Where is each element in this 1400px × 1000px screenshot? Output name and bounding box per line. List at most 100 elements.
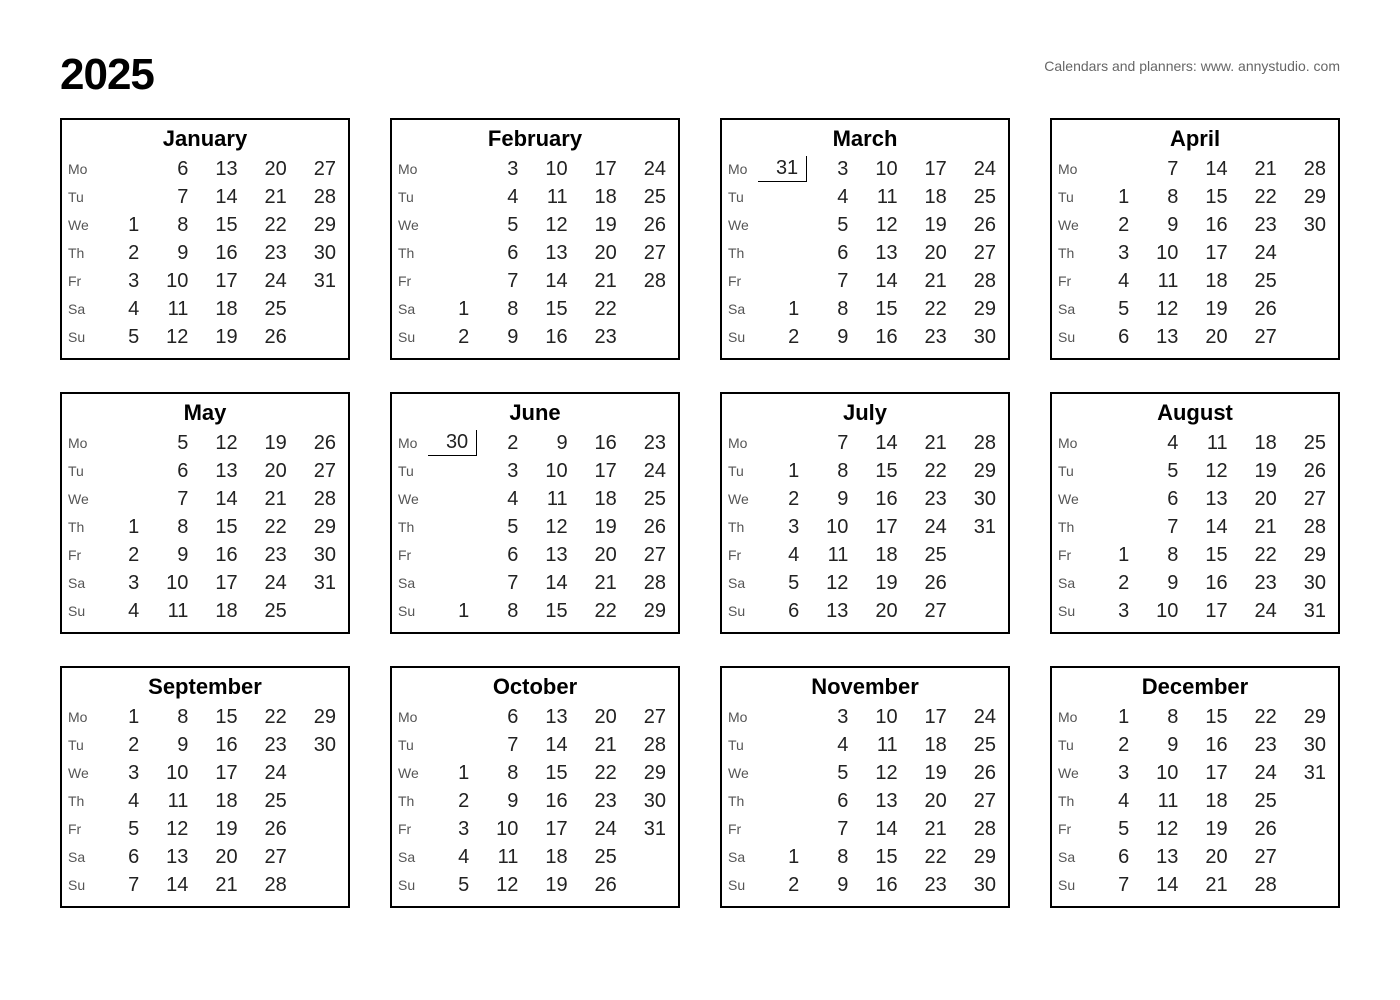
day-cell: 7 xyxy=(807,430,856,456)
day-cell: 25 xyxy=(625,486,674,512)
day-cell: 13 xyxy=(1137,844,1186,870)
day-cell: 31 xyxy=(758,156,807,182)
day-cell: 14 xyxy=(526,268,575,294)
day-cell: 17 xyxy=(576,156,625,182)
day-cell: 10 xyxy=(147,570,196,596)
day-cell xyxy=(428,542,477,568)
day-cell: 3 xyxy=(1088,240,1137,266)
day-cell xyxy=(1285,816,1334,842)
day-cell: 18 xyxy=(526,844,575,870)
day-cell: 26 xyxy=(625,514,674,540)
month-body: Mo3101724Tu4111825We5121926Th6132027Fr71… xyxy=(396,156,674,350)
weekday-label: Fr xyxy=(396,542,428,568)
day-cell: 31 xyxy=(1285,598,1334,624)
month-body: Mo4111825Tu5121926We6132027Th7142128Fr18… xyxy=(1056,430,1334,624)
day-cell: 12 xyxy=(196,430,245,456)
day-cell: 16 xyxy=(1186,732,1235,758)
day-cell: 19 xyxy=(906,760,955,786)
day-cell: 20 xyxy=(1186,324,1235,350)
day-cell: 6 xyxy=(807,240,856,266)
weekday-label: Fr xyxy=(66,268,98,294)
weekday-label: Mo xyxy=(396,704,428,730)
day-cell: 13 xyxy=(526,542,575,568)
day-cell xyxy=(295,296,344,322)
weekday-label: Fr xyxy=(396,268,428,294)
day-cell: 22 xyxy=(1236,184,1285,210)
day-cell xyxy=(758,816,807,842)
day-cell xyxy=(428,514,477,540)
day-cell: 19 xyxy=(856,570,905,596)
day-cell: 2 xyxy=(98,542,147,568)
day-cell: 9 xyxy=(147,732,196,758)
day-cell: 22 xyxy=(906,844,955,870)
month-may: MayMo5121926Tu6132027We7142128Th18152229… xyxy=(60,392,350,634)
day-cell: 28 xyxy=(625,268,674,294)
month-march: MarchMo313101724Tu4111825We5121926Th6132… xyxy=(720,118,1010,360)
day-cell: 29 xyxy=(625,760,674,786)
day-cell: 27 xyxy=(246,844,295,870)
month-name: May xyxy=(66,400,344,426)
day-cell: 12 xyxy=(526,212,575,238)
day-cell: 27 xyxy=(906,598,955,624)
day-cell: 16 xyxy=(196,542,245,568)
day-cell: 4 xyxy=(1088,788,1137,814)
calendar-grid: JanuaryMo6132027Tu7142128We18152229Th291… xyxy=(60,118,1340,908)
day-cell: 4 xyxy=(98,296,147,322)
day-cell: 17 xyxy=(196,570,245,596)
day-cell: 18 xyxy=(1186,788,1235,814)
day-cell: 21 xyxy=(196,872,245,898)
day-cell: 15 xyxy=(1186,542,1235,568)
day-cell: 28 xyxy=(1236,872,1285,898)
day-cell: 7 xyxy=(1088,872,1137,898)
day-cell: 26 xyxy=(576,872,625,898)
day-cell xyxy=(98,486,147,512)
day-cell: 5 xyxy=(1137,458,1186,484)
day-cell: 25 xyxy=(246,296,295,322)
weekday-label: Sa xyxy=(396,844,428,870)
day-cell: 6 xyxy=(147,156,196,182)
weekday-label: Fr xyxy=(396,816,428,842)
day-cell: 27 xyxy=(1236,844,1285,870)
day-cell: 20 xyxy=(576,704,625,730)
day-cell: 3 xyxy=(98,268,147,294)
day-cell xyxy=(758,240,807,266)
month-name: December xyxy=(1056,674,1334,700)
day-cell: 30 xyxy=(295,542,344,568)
day-cell: 24 xyxy=(906,514,955,540)
month-name: October xyxy=(396,674,674,700)
weekday-label: Sa xyxy=(66,296,98,322)
weekday-label: Su xyxy=(1056,598,1088,624)
weekday-label: Fr xyxy=(66,542,98,568)
day-cell: 22 xyxy=(906,296,955,322)
day-cell: 15 xyxy=(1186,704,1235,730)
day-cell: 2 xyxy=(758,872,807,898)
day-cell: 18 xyxy=(1236,430,1285,456)
day-cell: 24 xyxy=(1236,240,1285,266)
day-cell: 29 xyxy=(1285,704,1334,730)
day-cell: 31 xyxy=(955,514,1004,540)
month-january: JanuaryMo6132027Tu7142128We18152229Th291… xyxy=(60,118,350,360)
day-cell: 1 xyxy=(428,296,477,322)
weekday-label: Su xyxy=(726,324,758,350)
weekday-label: Su xyxy=(66,872,98,898)
day-cell: 27 xyxy=(1285,486,1334,512)
weekday-label: We xyxy=(1056,212,1088,238)
day-cell: 4 xyxy=(477,184,526,210)
day-cell xyxy=(625,296,674,322)
weekday-label: Tu xyxy=(1056,458,1088,484)
day-cell: 27 xyxy=(1236,324,1285,350)
day-cell xyxy=(428,184,477,210)
weekday-label: We xyxy=(396,760,428,786)
day-cell xyxy=(295,816,344,842)
weekday-label: Fr xyxy=(726,542,758,568)
day-cell: 2 xyxy=(1088,732,1137,758)
day-cell xyxy=(625,844,674,870)
day-cell: 27 xyxy=(625,240,674,266)
day-cell xyxy=(428,156,477,182)
day-cell: 11 xyxy=(526,184,575,210)
day-cell: 3 xyxy=(98,570,147,596)
day-cell: 30 xyxy=(955,872,1004,898)
day-cell: 15 xyxy=(856,458,905,484)
weekday-label: We xyxy=(726,212,758,238)
day-cell: 29 xyxy=(625,598,674,624)
